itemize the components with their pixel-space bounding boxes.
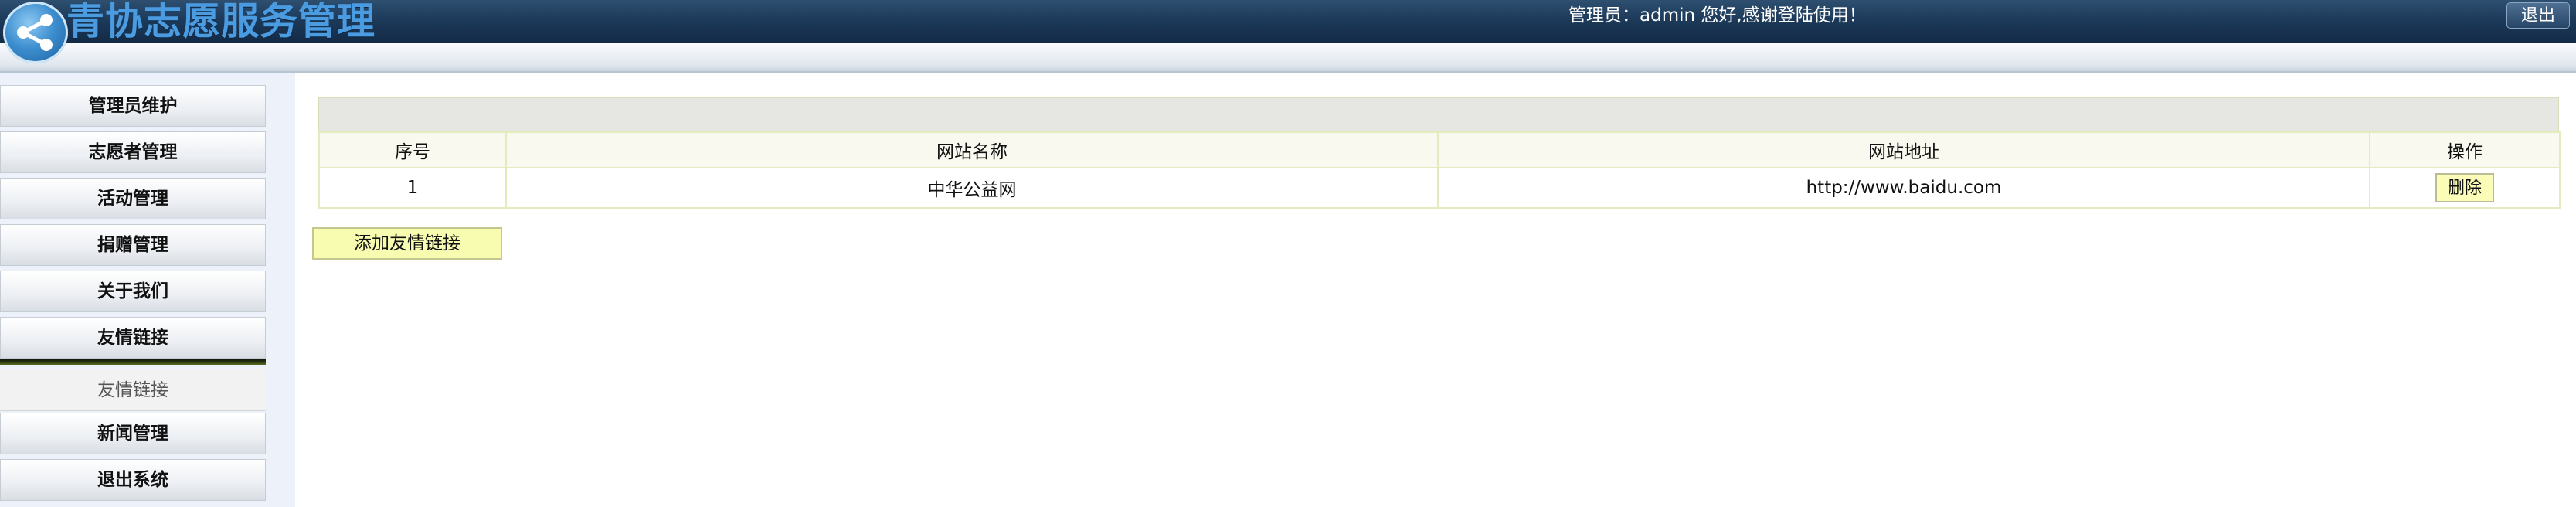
sidebar-item-donation-management[interactable]: 捐赠管理: [0, 224, 266, 266]
cell-site-name: 中华公益网: [505, 167, 1439, 209]
sidebar-item-exit-system[interactable]: 退出系统: [0, 459, 266, 501]
table-row: 1 中华公益网 http://www.baidu.com 删除: [318, 167, 2561, 209]
friend-links-panel: 序号 网站名称 网站地址 操作 1 中华公益网 http://www.baidu…: [318, 97, 2561, 209]
friend-links-table: 序号 网站名称 网站地址 操作 1 中华公益网 http://www.baidu…: [318, 131, 2561, 209]
cell-site-url: http://www.baidu.com: [1437, 167, 2370, 209]
sidebar-active-divider: [0, 359, 266, 365]
column-header-site-url: 网站地址: [1437, 131, 2370, 168]
logout-button[interactable]: 退出: [2506, 2, 2570, 29]
delete-button[interactable]: 删除: [2435, 173, 2494, 202]
sidebar-subitem-friend-links[interactable]: 友情链接: [0, 369, 266, 411]
table-header-row: 序号 网站名称 网站地址 操作: [318, 131, 2561, 168]
sidebar-item-news-management[interactable]: 新闻管理: [0, 413, 266, 454]
cell-action: 删除: [2369, 167, 2561, 209]
sidebar-item-friend-links[interactable]: 友情链接: [0, 317, 266, 359]
logo-share-icon: [3, 2, 68, 63]
column-header-site-name: 网站名称: [505, 131, 1439, 168]
table-caption-bar: [318, 97, 2559, 131]
cell-index: 1: [318, 167, 507, 209]
sidebar: 管理员维护 志愿者管理 活动管理 捐赠管理 关于我们 友情链接 友情链接 新闻管…: [0, 73, 295, 507]
column-header-index: 序号: [318, 131, 507, 168]
column-header-action: 操作: [2369, 131, 2561, 168]
top-header: 管理员：admin 您好,感谢登陆使用！ 退出: [0, 0, 2576, 43]
sidebar-item-activity-management[interactable]: 活动管理: [0, 178, 266, 219]
sidebar-item-volunteer-management[interactable]: 志愿者管理: [0, 131, 266, 173]
header-subbar: [0, 43, 2576, 73]
add-friend-link-button[interactable]: 添加友情链接: [312, 227, 502, 260]
sidebar-item-admin-maintenance[interactable]: 管理员维护: [0, 85, 266, 127]
sidebar-item-about-us[interactable]: 关于我们: [0, 271, 266, 312]
app-title: 青协志愿服务管理: [66, 0, 376, 43]
admin-greeting: 管理员：admin 您好,感谢登陆使用！: [1568, 5, 1867, 26]
